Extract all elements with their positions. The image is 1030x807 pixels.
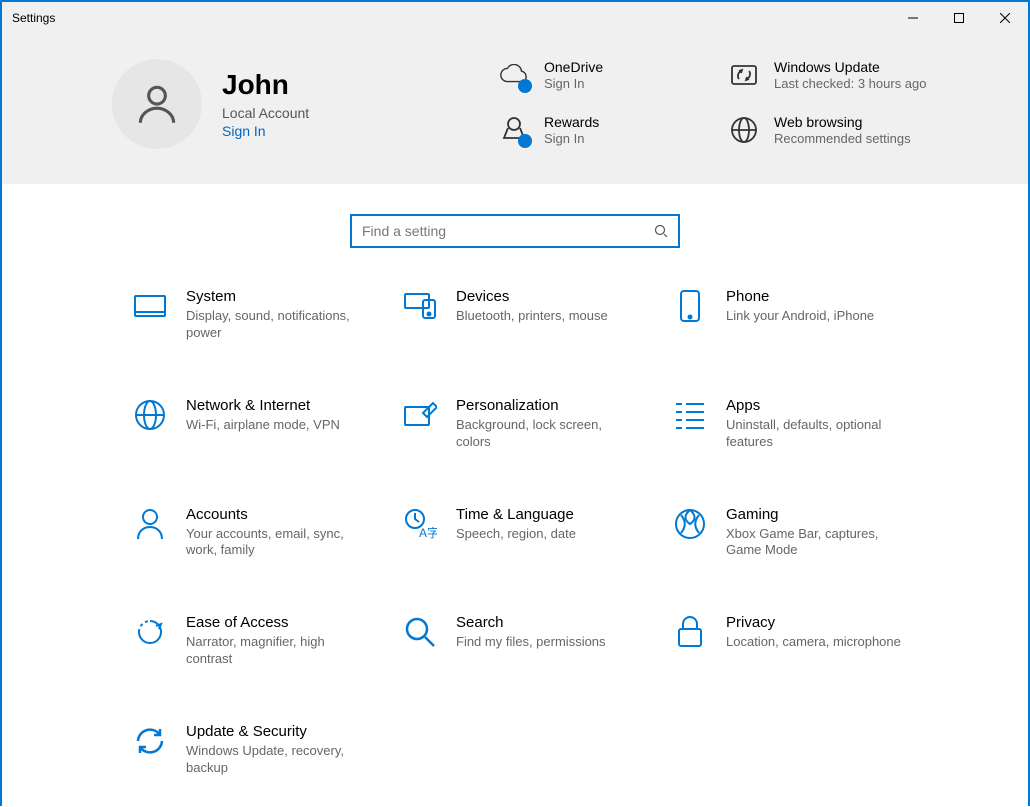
status-rewards[interactable]: Rewards Sign In [498, 114, 698, 149]
category-title: Privacy [726, 614, 901, 631]
category-phone[interactable]: Phone Link your Android, iPhone [672, 288, 942, 342]
category-accounts[interactable]: Accounts Your accounts, email, sync, wor… [132, 506, 402, 560]
category-title: Update & Security [186, 723, 366, 740]
update-icon [728, 59, 760, 91]
category-devices[interactable]: Devices Bluetooth, printers, mouse [402, 288, 672, 342]
category-title: Apps [726, 397, 906, 414]
status-sub: Recommended settings [774, 131, 911, 146]
status-onedrive[interactable]: OneDrive Sign In [498, 59, 698, 94]
header: John Local Account Sign In OneDrive Sign… [2, 34, 1028, 184]
category-update-security[interactable]: Update & Security Windows Update, recove… [132, 723, 402, 777]
minimize-button[interactable] [890, 2, 936, 34]
phone-icon [672, 288, 708, 324]
maximize-button[interactable] [936, 2, 982, 34]
time-language-icon: A字 [402, 506, 438, 542]
status-title: Windows Update [774, 59, 927, 75]
titlebar: Settings [2, 2, 1028, 34]
category-title: Network & Internet [186, 397, 340, 414]
category-desc: Bluetooth, printers, mouse [456, 308, 608, 325]
status-sub: Sign In [544, 76, 603, 91]
accounts-icon [132, 506, 168, 542]
category-privacy[interactable]: Privacy Location, camera, microphone [672, 614, 942, 668]
category-title: Personalization [456, 397, 636, 414]
status-grid: OneDrive Sign In Windows Update Last che… [498, 59, 928, 149]
search-icon [654, 224, 668, 238]
category-title: Devices [456, 288, 608, 305]
category-desc: Windows Update, recovery, backup [186, 743, 366, 777]
globe-icon [728, 114, 760, 146]
signin-link[interactable]: Sign In [222, 123, 309, 139]
category-system[interactable]: System Display, sound, notifications, po… [132, 288, 402, 342]
status-windows-update[interactable]: Windows Update Last checked: 3 hours ago [728, 59, 928, 94]
devices-icon [402, 288, 438, 324]
search-box[interactable] [350, 214, 680, 248]
category-gaming[interactable]: Gaming Xbox Game Bar, captures, Game Mod… [672, 506, 942, 560]
category-title: Search [456, 614, 606, 631]
status-title: OneDrive [544, 59, 603, 75]
network-icon [132, 397, 168, 433]
category-apps[interactable]: Apps Uninstall, defaults, optional featu… [672, 397, 942, 451]
category-title: Phone [726, 288, 874, 305]
category-desc: Narrator, magnifier, high contrast [186, 634, 366, 668]
category-desc: Your accounts, email, sync, work, family [186, 526, 366, 560]
category-desc: Background, lock screen, colors [456, 417, 636, 451]
category-title: Time & Language [456, 506, 576, 523]
category-network[interactable]: Network & Internet Wi-Fi, airplane mode,… [132, 397, 402, 451]
system-icon [132, 288, 168, 324]
rewards-icon [498, 114, 530, 146]
status-title: Web browsing [774, 114, 911, 130]
search-cat-icon [402, 614, 438, 650]
ease-of-access-icon [132, 614, 168, 650]
apps-icon [672, 397, 708, 433]
category-desc: Speech, region, date [456, 526, 576, 543]
category-title: Ease of Access [186, 614, 366, 631]
category-time-language[interactable]: A字 Time & Language Speech, region, date [402, 506, 672, 560]
status-web-browsing[interactable]: Web browsing Recommended settings [728, 114, 928, 149]
cloud-icon [498, 59, 530, 91]
svg-text:A字: A字 [419, 525, 437, 540]
status-sub: Sign In [544, 131, 599, 146]
category-desc: Link your Android, iPhone [726, 308, 874, 325]
account-type: Local Account [222, 105, 309, 121]
category-title: Accounts [186, 506, 366, 523]
category-desc: Location, camera, microphone [726, 634, 901, 651]
user-block: John Local Account Sign In [112, 59, 412, 149]
personalization-icon [402, 397, 438, 433]
category-desc: Wi-Fi, airplane mode, VPN [186, 417, 340, 434]
status-sub: Last checked: 3 hours ago [774, 76, 927, 91]
update-security-icon [132, 723, 168, 759]
avatar [112, 59, 202, 149]
category-title: System [186, 288, 366, 305]
categories: System Display, sound, notifications, po… [2, 278, 1028, 807]
search-input[interactable] [362, 223, 654, 239]
status-title: Rewards [544, 114, 599, 130]
window-controls [890, 2, 1028, 34]
close-button[interactable] [982, 2, 1028, 34]
window-title: Settings [12, 11, 55, 25]
category-desc: Find my files, permissions [456, 634, 606, 651]
category-search[interactable]: Search Find my files, permissions [402, 614, 672, 668]
gaming-icon [672, 506, 708, 542]
search-wrap [2, 184, 1028, 278]
privacy-icon [672, 614, 708, 650]
category-personalization[interactable]: Personalization Background, lock screen,… [402, 397, 672, 451]
category-desc: Display, sound, notifications, power [186, 308, 366, 342]
category-ease-of-access[interactable]: Ease of Access Narrator, magnifier, high… [132, 614, 402, 668]
category-desc: Xbox Game Bar, captures, Game Mode [726, 526, 906, 560]
category-title: Gaming [726, 506, 906, 523]
user-name: John [222, 69, 309, 101]
category-desc: Uninstall, defaults, optional features [726, 417, 906, 451]
